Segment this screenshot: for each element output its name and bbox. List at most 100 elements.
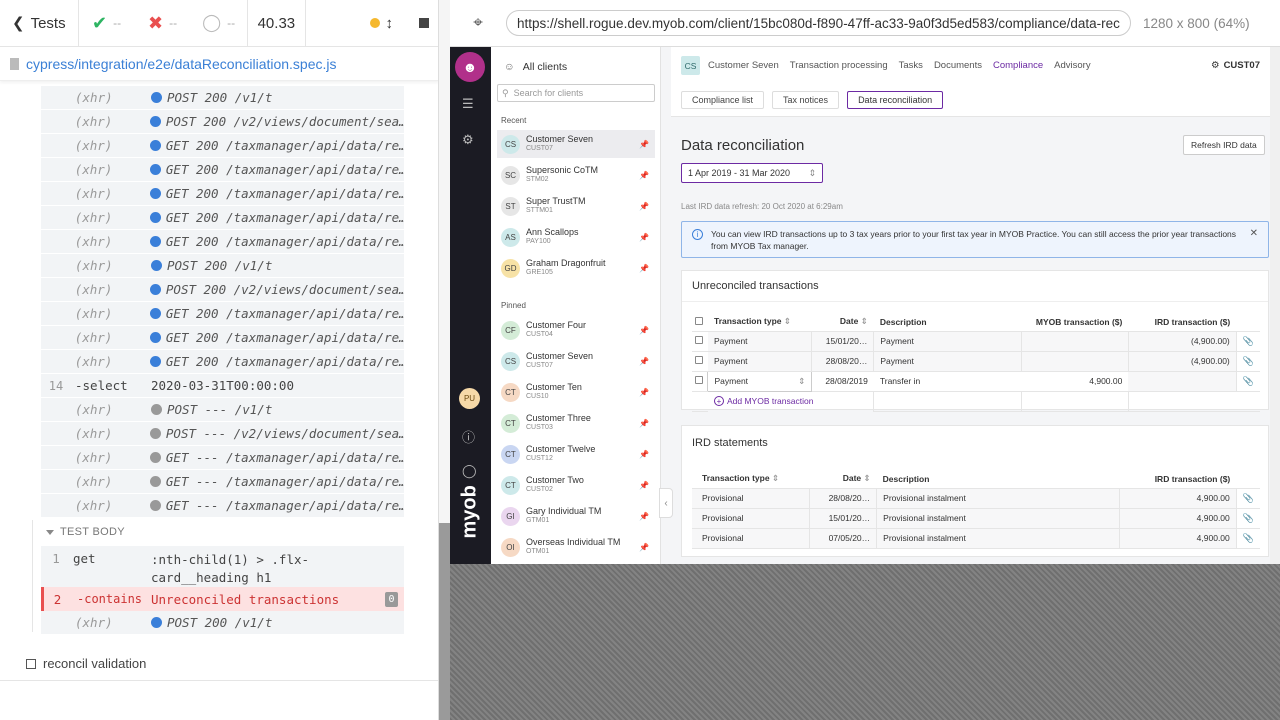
row-checkbox[interactable] (695, 356, 703, 364)
layers-icon[interactable]: ☰ (462, 96, 474, 112)
attachment-icon[interactable]: 📎 (1243, 356, 1254, 366)
client-list-item[interactable]: CS Customer Seven CUST07 📌 (497, 130, 655, 158)
avatar[interactable]: PU (459, 388, 480, 409)
client-name[interactable]: Customer Seven (708, 60, 779, 71)
pin-icon[interactable]: 📌 (639, 326, 649, 335)
command-row[interactable]: (xhr) GET 200 /taxmanager/api/data/re… (41, 350, 404, 374)
close-icon[interactable]: ✕ (1250, 228, 1258, 251)
pin-icon[interactable]: 📌 (639, 543, 649, 552)
col-transaction-type[interactable]: Transaction type ⇕ (692, 470, 810, 489)
client-list-item[interactable]: OI Overseas Individual TM OTM01 📌 (497, 533, 655, 561)
attachment-icon[interactable]: 📎 (1243, 533, 1254, 543)
command-row[interactable]: (xhr) GET 200 /taxmanager/api/data/re… (41, 302, 404, 326)
command-row[interactable]: (xhr) POST 200 /v2/views/document/sea… (41, 110, 404, 134)
pin-icon[interactable]: 📌 (639, 171, 649, 180)
attachment-icon[interactable]: 📎 (1243, 513, 1254, 523)
col-transaction-type[interactable]: Transaction type ⇕ (707, 313, 812, 332)
spec-path[interactable]: cypress/integration/e2e/dataReconciliati… (26, 56, 337, 72)
command-row[interactable]: (xhr) GET 200 /taxmanager/api/data/re… (41, 134, 404, 158)
failed-command-row[interactable]: 2 -contains Unreconciled transactions 0 (41, 587, 404, 611)
pin-icon[interactable]: 📌 (639, 357, 649, 366)
tab-tax-notices[interactable]: Tax notices (772, 91, 840, 109)
test-item-reconcil-validation[interactable]: reconcil validation (26, 656, 146, 671)
select-arrows-icon[interactable]: ⇕ (798, 376, 805, 387)
command-row[interactable]: 14 -select 2020-03-31T00:00:00 (41, 374, 404, 398)
auto-scroll-toggle-icon[interactable]: ↕ (386, 15, 394, 32)
client-list-item[interactable]: SC Supersonic CoTM STM02 📌 (497, 161, 655, 189)
client-list-item[interactable]: AS Ann Scallops PAY100 📌 (497, 223, 655, 251)
client-list-item[interactable]: GI Gary Individual TM GTM01 📌 (497, 502, 655, 530)
pin-icon[interactable]: 📌 (639, 233, 649, 242)
period-select[interactable]: 1 Apr 2019 - 31 Mar 2020 ⇕ (681, 163, 823, 183)
attachment-icon[interactable]: 📎 (1243, 493, 1254, 503)
attachment-icon[interactable]: 📎 (1243, 376, 1254, 386)
command-row[interactable]: (xhr) GET --- /taxmanager/api/data/re… (41, 446, 404, 470)
command-row[interactable]: (xhr) GET 200 /taxmanager/api/data/re… (41, 206, 404, 230)
command-row[interactable]: (xhr) POST 200 /v2/views/document/sea… (41, 278, 404, 302)
client-list-item[interactable]: CT Customer Three CUST03 📌 (497, 409, 655, 437)
nav-transaction-processing[interactable]: Transaction processing (790, 60, 888, 71)
pin-icon[interactable]: 📌 (639, 512, 649, 521)
attachment-icon[interactable]: 📎 (1243, 336, 1254, 346)
command-row[interactable]: (xhr) POST --- /v1/t (41, 398, 404, 422)
runner-scrollbar[interactable] (439, 0, 450, 720)
command-row[interactable]: (xhr) GET --- /taxmanager/api/data/re… (41, 494, 404, 518)
help-icon[interactable]: ⓘ (462, 427, 475, 446)
client-list-item[interactable]: GD Graham Dragonfruit GRE105 📌 (497, 254, 655, 282)
tab-data-reconciliation[interactable]: Data reconciliation (847, 91, 944, 109)
pin-icon[interactable]: 📌 (639, 450, 649, 459)
selector-playground-icon[interactable]: ⌖ (450, 13, 506, 33)
client-list-item[interactable]: CT Customer Twelve CUST12 📌 (497, 440, 655, 468)
col-date[interactable]: Date ⇕ (811, 313, 874, 332)
app-scrollbar[interactable] (1270, 47, 1280, 564)
test-body-toggle[interactable]: TEST BODY (46, 526, 125, 538)
row-checkbox[interactable] (695, 336, 703, 344)
table-row[interactable]: Provisional 15/01/20… Provisional instalme… (692, 508, 1260, 529)
client-settings[interactable]: ⚙ CUST07 (1211, 60, 1260, 71)
gear-icon[interactable]: ⚙ (462, 132, 474, 148)
refresh-ird-button[interactable]: Refresh IRD data (1183, 135, 1265, 155)
command-row[interactable]: (xhr) POST 200 /v1/t (41, 611, 404, 635)
nav-documents[interactable]: Documents (934, 60, 982, 71)
pin-icon[interactable]: 📌 (639, 481, 649, 490)
select-all-checkbox[interactable] (695, 316, 703, 325)
client-search-input[interactable]: ⚲ Search for clients (497, 84, 655, 102)
tab-compliance-list[interactable]: Compliance list (681, 91, 765, 109)
pin-icon[interactable]: 📌 (639, 264, 649, 273)
client-list-item[interactable]: CT Customer Ten CUS10 📌 (497, 378, 655, 406)
command-row[interactable]: (xhr) GET 200 /taxmanager/api/data/re… (41, 326, 404, 350)
add-myob-transaction-button[interactable]: + Add MYOB transaction (713, 396, 867, 407)
col-date[interactable]: Date ⇕ (809, 470, 877, 489)
command-row[interactable]: (xhr) POST 200 /v1/t (41, 254, 404, 278)
client-list-item[interactable]: CS Customer Seven CUST07 📌 (497, 347, 655, 375)
spec-file-bar[interactable]: cypress/integration/e2e/dataReconciliati… (0, 47, 438, 81)
command-row[interactable]: (xhr) POST --- /v2/views/document/sea… (41, 422, 404, 446)
client-list-item[interactable]: CT Customer Two CUST02 📌 (497, 471, 655, 499)
command-row[interactable]: (xhr) GET 200 /taxmanager/api/data/re… (41, 230, 404, 254)
nav-tasks[interactable]: Tasks (899, 60, 923, 71)
command-row[interactable]: (xhr) GET 200 /taxmanager/api/data/re… (41, 158, 404, 182)
pin-icon[interactable]: 📌 (639, 388, 649, 397)
row-checkbox[interactable] (695, 376, 703, 384)
client-list-item[interactable]: ST Super TrustTM STTM01 📌 (497, 192, 655, 220)
url-input[interactable]: https://shell.rogue.dev.myob.com/client/… (506, 10, 1131, 36)
table-row[interactable]: Provisional 07/05/20… Provisional instalme… (692, 528, 1260, 549)
pin-icon[interactable]: 📌 (639, 419, 649, 428)
client-list-item[interactable]: CF Customer Four CUST04 📌 (497, 316, 655, 344)
pin-icon[interactable]: 📌 (639, 202, 649, 211)
command-row[interactable]: (xhr) POST 200 /v1/t (41, 86, 404, 110)
all-clients-link[interactable]: ☺ All clients (491, 47, 660, 77)
tests-back-button[interactable]: ❮ Tests (0, 0, 78, 46)
nav-advisory[interactable]: Advisory (1054, 60, 1090, 71)
command-row[interactable]: (xhr) GET 200 /taxmanager/api/data/re… (41, 182, 404, 206)
command-row[interactable]: 1 get :nth-child(1) > .flx-card__heading… (41, 546, 404, 588)
table-row[interactable]: Payment 15/01/20… Payment (4,900.00) 📎 (692, 331, 1260, 352)
pin-icon[interactable]: 📌 (639, 140, 649, 149)
table-row[interactable]: Payment ⇕ 28/08/2019 Transfer in 4,900.00 📎 (692, 370, 1260, 392)
stop-icon[interactable] (419, 18, 429, 28)
nav-compliance[interactable]: Compliance (993, 60, 1043, 71)
table-row[interactable]: Provisional 28/08/20… Provisional instalme… (692, 488, 1260, 509)
chat-icon[interactable]: ◯ (462, 463, 477, 479)
command-row[interactable]: (xhr) GET --- /taxmanager/api/data/re… (41, 470, 404, 494)
clients-icon[interactable]: ☻ (455, 52, 485, 82)
